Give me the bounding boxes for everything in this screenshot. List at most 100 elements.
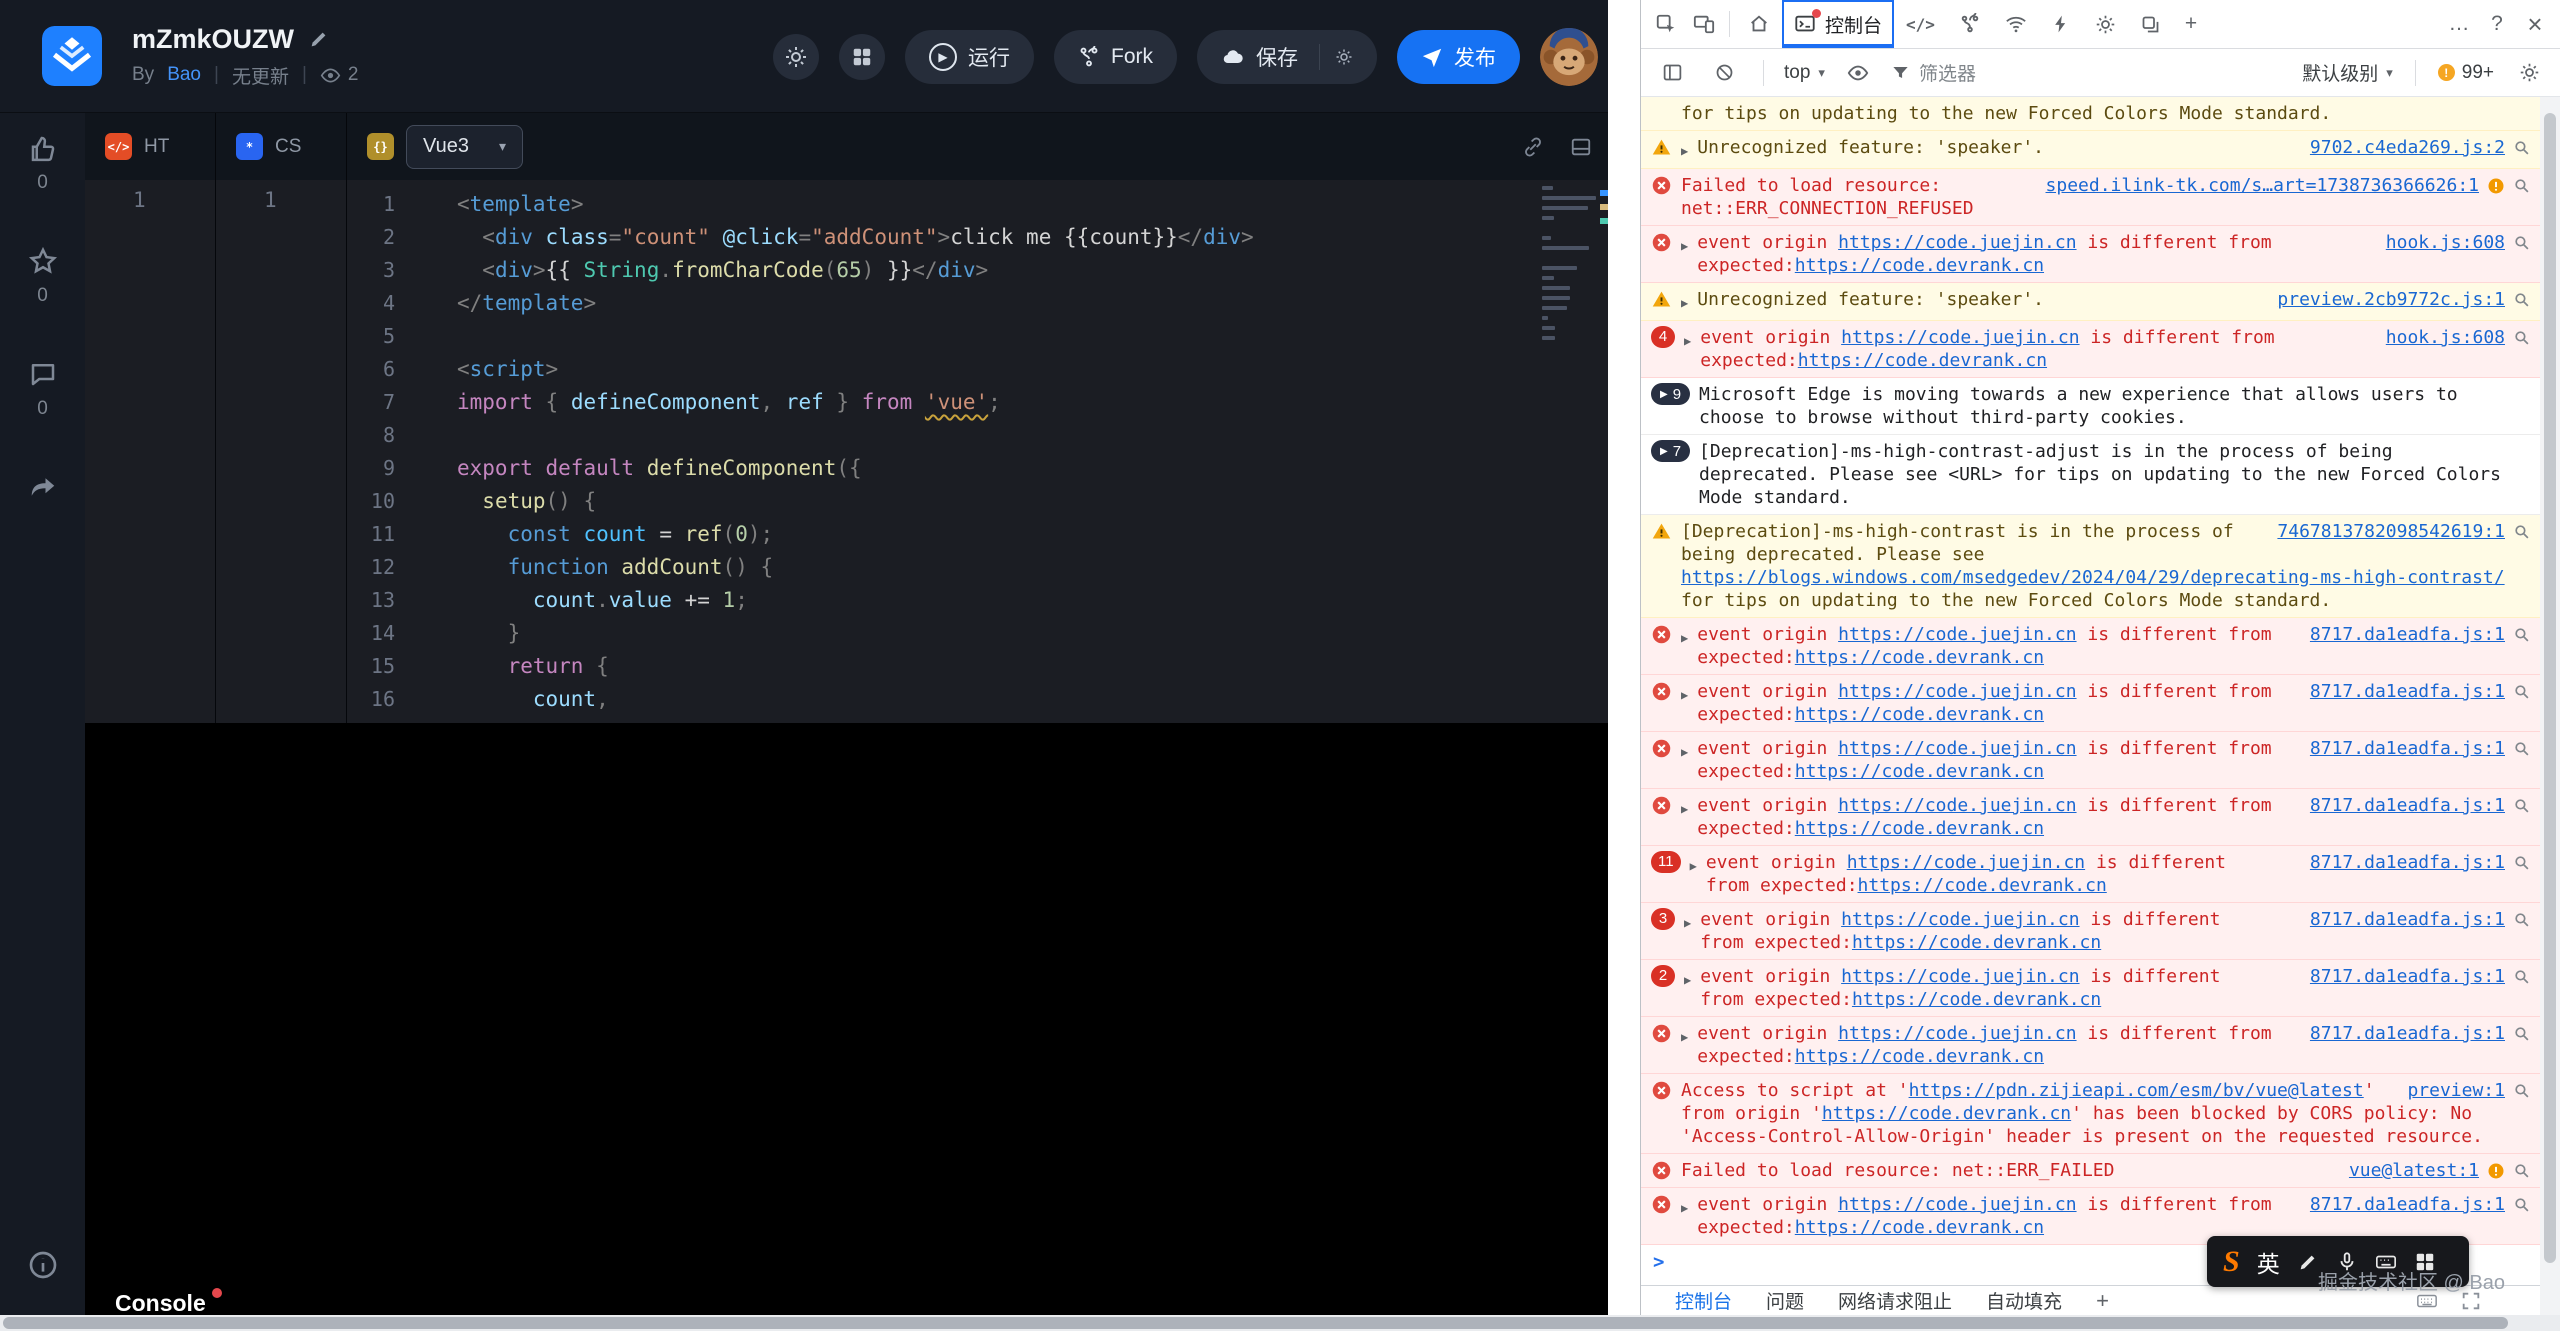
message-link[interactable]: https://code.juejin.cn	[1838, 232, 2076, 253]
search-icon[interactable]	[2513, 1162, 2530, 1179]
source-link[interactable]: 8717.da1eadfa.js:1	[2310, 1022, 2505, 1045]
tab-sources[interactable]: </>	[1894, 0, 1947, 48]
console-message[interactable]: 4▶event origin https://code.juejin.cn is…	[1641, 321, 2540, 378]
console-message[interactable]: 11▶event origin https://code.juejin.cn i…	[1641, 846, 2540, 903]
expand-caret[interactable]: ▶	[1684, 969, 1691, 992]
source-link[interactable]: 8717.da1eadfa.js:1	[2310, 851, 2505, 874]
expand-caret[interactable]: ▶	[1681, 1026, 1688, 1049]
console-message[interactable]: Failed to load resource: net::ERR_FAILED…	[1641, 1154, 2540, 1188]
source-link[interactable]: 8717.da1eadfa.js:1	[2310, 680, 2505, 703]
star-button[interactable]: 0	[28, 246, 58, 307]
source-link[interactable]: 8717.da1eadfa.js:1	[2310, 623, 2505, 646]
message-link[interactable]: https://code.devrank.cn	[1852, 989, 2101, 1010]
run-button[interactable]: ▶ 运行	[905, 30, 1034, 84]
page-horizontal-scrollbar[interactable]	[0, 1315, 2560, 1331]
framework-select[interactable]: Vue3 ▾	[406, 125, 523, 169]
close-devtools-icon[interactable]: ×	[2516, 4, 2554, 44]
message-link[interactable]: https://code.devrank.cn	[1822, 1103, 2071, 1124]
console-message[interactable]: 3▶event origin https://code.juejin.cn is…	[1641, 903, 2540, 960]
share-button[interactable]	[28, 472, 58, 502]
source-link[interactable]: 8717.da1eadfa.js:1	[2310, 1193, 2505, 1216]
console-log-area[interactable]: for tips on updating to the new Forced C…	[1641, 97, 2540, 1285]
message-link[interactable]: https://code.juejin.cn	[1838, 1194, 2076, 1215]
expand-caret[interactable]: ▶	[1681, 684, 1688, 707]
code-editor[interactable]: 1 1 12345678910111213141516 <template> <…	[85, 180, 1608, 723]
console-message[interactable]: ▶Unrecognized feature: 'speaker'.9702.c4…	[1641, 131, 2540, 169]
expand-caret[interactable]: ▶	[1681, 140, 1688, 163]
console-message[interactable]: ▶Unrecognized feature: 'speaker'.preview…	[1641, 283, 2540, 321]
search-icon[interactable]	[2513, 797, 2530, 814]
search-icon[interactable]	[2513, 1196, 2530, 1213]
search-icon[interactable]	[2513, 139, 2530, 156]
console-message[interactable]: ▶7[Deprecation]-ms-high-contrast-adjust …	[1641, 435, 2540, 515]
message-link[interactable]: https://code.devrank.cn	[1795, 647, 2044, 668]
minimap[interactable]	[1542, 186, 1600, 346]
tab-css[interactable]: * CS	[216, 113, 347, 180]
message-link[interactable]: https://code.devrank.cn	[1795, 761, 2044, 782]
add-drawer-tab-button[interactable]: +	[2096, 1288, 2109, 1314]
tab-js[interactable]: {} Vue3 ▾	[347, 113, 1608, 180]
drawer-tab-2[interactable]: 网络请求阻止	[1838, 1287, 1952, 1314]
source-link[interactable]: speed.ilink-tk.com/s…art=1738736366626:1	[2046, 174, 2479, 197]
tab-application[interactable]	[2128, 0, 2173, 48]
expand-caret[interactable]: ▶	[1681, 798, 1688, 821]
message-link[interactable]: https://code.devrank.cn	[1795, 818, 2044, 839]
tab-settings[interactable]	[2083, 0, 2128, 48]
console-message[interactable]: ▶event origin https://code.juejin.cn is …	[1641, 732, 2540, 789]
source-link[interactable]: preview:1	[2407, 1079, 2505, 1102]
tab-console[interactable]: 控制台	[1782, 0, 1894, 48]
expand-caret[interactable]: ▶	[1681, 741, 1688, 764]
message-link[interactable]: https://code.devrank.cn	[1798, 350, 2047, 371]
search-icon[interactable]	[2513, 1082, 2530, 1099]
share-link-icon[interactable]	[1522, 136, 1544, 158]
search-icon[interactable]	[2513, 1025, 2530, 1042]
log-level-selector[interactable]: 默认级别 ▾	[2302, 59, 2393, 86]
message-link[interactable]: https://code.devrank.cn	[1858, 875, 2107, 896]
expand-caret[interactable]: ▶	[1684, 912, 1691, 935]
settings-button[interactable]	[773, 34, 819, 80]
user-avatar[interactable]	[1540, 28, 1598, 86]
search-icon[interactable]	[2513, 234, 2530, 251]
search-icon[interactable]	[2513, 626, 2530, 643]
source-link[interactable]: 8717.da1eadfa.js:1	[2310, 908, 2505, 931]
playground-console-bar[interactable]: Console	[85, 1290, 1608, 1315]
search-icon[interactable]	[2513, 911, 2530, 928]
more-tabs-button[interactable]: +	[2173, 0, 2209, 48]
expand-caret[interactable]: ▶	[1681, 1197, 1688, 1220]
source-link[interactable]: vue@latest:1	[2349, 1159, 2479, 1182]
console-sidebar-icon[interactable]	[1653, 53, 1691, 93]
tab-performance[interactable]	[2039, 0, 2083, 48]
console-message[interactable]: ▶event origin https://code.juejin.cn is …	[1641, 789, 2540, 846]
console-panel-label[interactable]: Console	[115, 1290, 206, 1317]
device-emulation-icon[interactable]	[1685, 4, 1723, 44]
console-message[interactable]: Failed to load resource:net::ERR_CONNECT…	[1641, 169, 2540, 226]
tab-network[interactable]	[1993, 0, 2039, 48]
js-editor-pane[interactable]: 12345678910111213141516 <template> <div …	[347, 180, 1608, 723]
scrollbar-thumb[interactable]	[2544, 113, 2556, 1263]
message-link[interactable]: https://pdn.zijieapi.com/esm/bv/vue@late…	[1909, 1080, 2364, 1101]
ime-language-indicator[interactable]: 英	[2257, 1245, 2280, 1279]
issues-counter[interactable]: ! 99+	[2438, 62, 2494, 84]
expand-caret[interactable]: ▶	[1681, 292, 1688, 315]
clear-console-icon[interactable]	[1705, 53, 1743, 93]
source-link[interactable]: hook.js:608	[2386, 326, 2505, 349]
editor-code-lines[interactable]: <template> <div class="count" @click="ad…	[412, 188, 1608, 723]
source-link[interactable]: 8717.da1eadfa.js:1	[2310, 737, 2505, 760]
tab-home[interactable]	[1736, 0, 1782, 48]
console-message[interactable]: for tips on updating to the new Forced C…	[1641, 97, 2540, 131]
source-link[interactable]: hook.js:608	[2386, 231, 2505, 254]
message-link[interactable]: https://code.devrank.cn	[1795, 1217, 2044, 1238]
sogou-logo[interactable]: S	[2223, 1245, 2240, 1279]
console-message[interactable]: Access to script at 'https://pdn.zijieap…	[1641, 1074, 2540, 1154]
source-link[interactable]: 9702.c4eda269.js:2	[2310, 136, 2505, 159]
search-icon[interactable]	[2513, 968, 2530, 985]
help-icon[interactable]: ?	[2478, 4, 2516, 44]
expand-caret[interactable]: ▶	[1681, 627, 1688, 650]
layout-icon[interactable]	[1570, 136, 1592, 158]
message-link[interactable]: https://code.devrank.cn	[1795, 704, 2044, 725]
message-link[interactable]: https://code.devrank.cn	[1795, 255, 2044, 276]
publish-button[interactable]: 发布	[1397, 30, 1520, 84]
message-link[interactable]: https://code.juejin.cn	[1838, 738, 2076, 759]
message-link[interactable]: https://code.devrank.cn	[1795, 1046, 2044, 1067]
app-logo[interactable]	[42, 26, 102, 86]
